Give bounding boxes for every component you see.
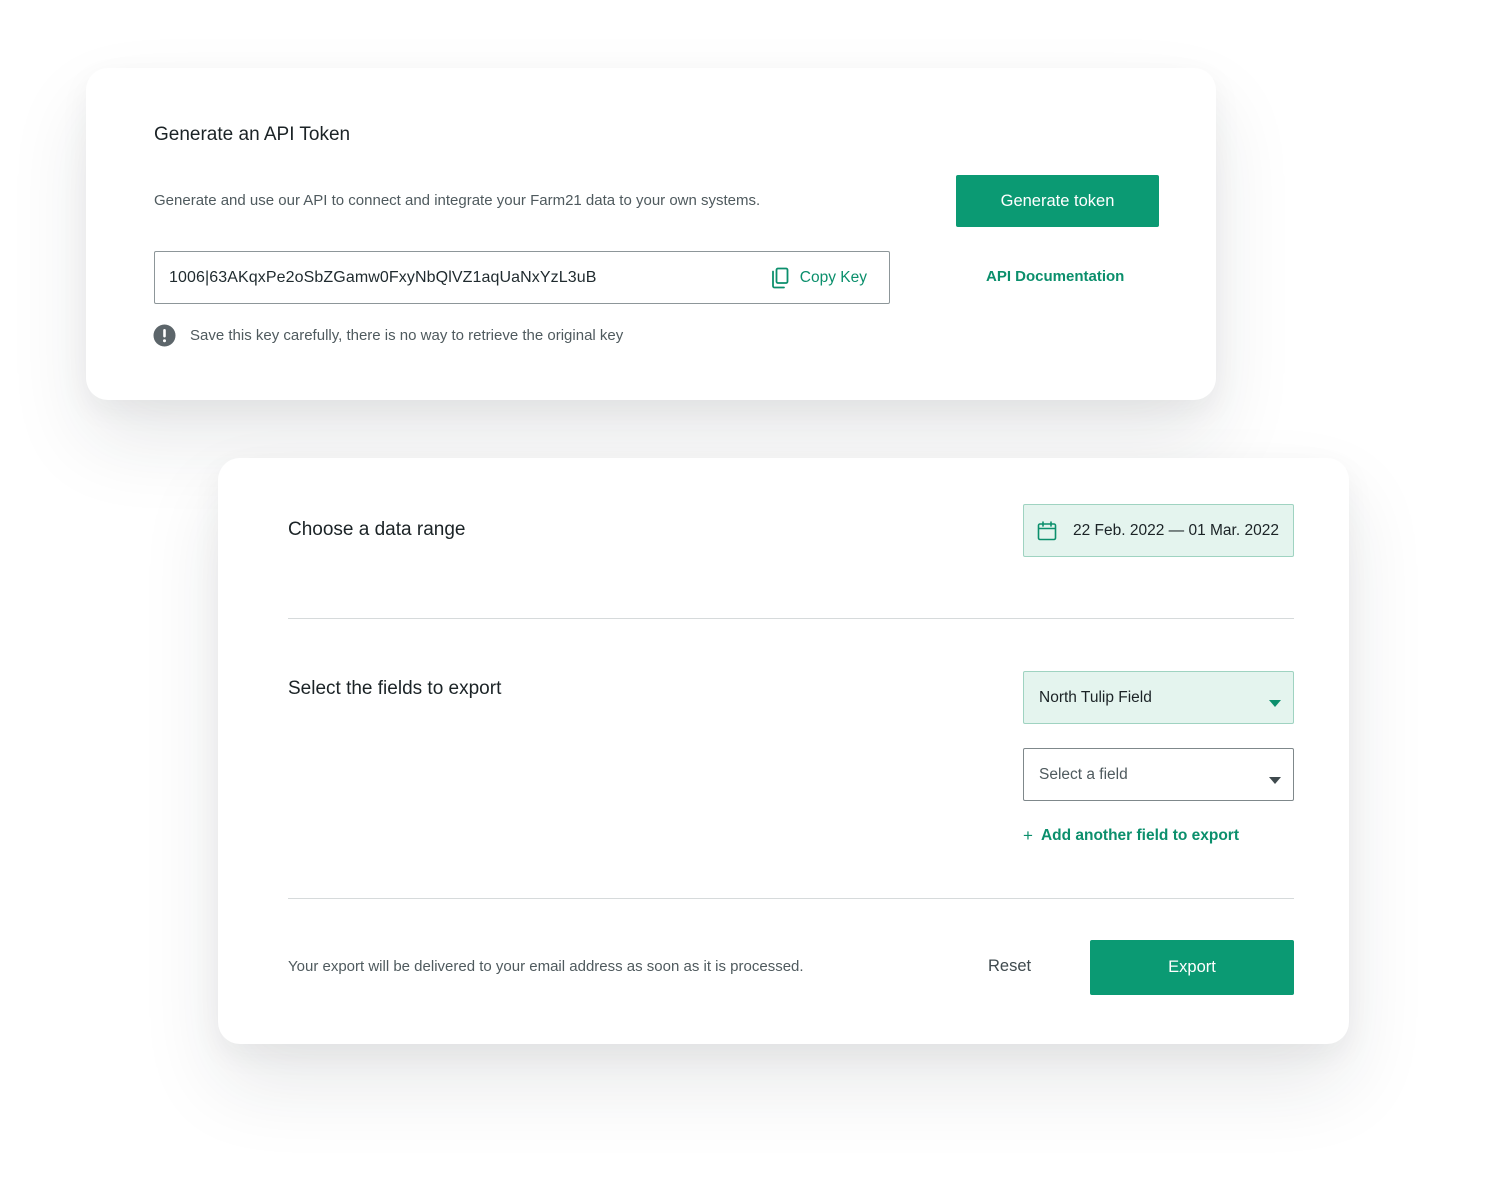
divider — [288, 898, 1294, 899]
fields-section-title: Select the fields to export — [288, 678, 502, 699]
page: Generate an API Token Generate and use o… — [0, 0, 1500, 1180]
field-select[interactable]: Select a field — [1023, 748, 1294, 801]
add-field-link[interactable]: + Add another field to export — [1023, 826, 1239, 846]
export-button[interactable]: Export — [1090, 940, 1294, 995]
farm-select-value: North Tulip Field — [1039, 688, 1152, 706]
api-key-value[interactable]: 1006|63AKqxPe2oSbZGamw0FxyNbQlVZ1aqUaNxY… — [169, 269, 770, 287]
key-warning: Save this key carefully, there is no way… — [153, 324, 623, 347]
copy-key-label: Copy Key — [799, 268, 867, 286]
api-token-card: Generate an API Token Generate and use o… — [86, 68, 1216, 400]
plus-icon: + — [1023, 826, 1033, 845]
export-delivery-note: Your export will be delivered to your em… — [288, 958, 804, 975]
add-field-label: Add another field to export — [1040, 827, 1239, 844]
copy-key-button[interactable]: Copy Key — [770, 267, 867, 289]
chevron-down-icon — [1269, 771, 1281, 784]
calendar-icon — [1037, 520, 1057, 541]
field-select-placeholder: Select a field — [1039, 765, 1128, 783]
data-export-card: Choose a data range 22 Feb. 2022 — 01 Ma… — [218, 458, 1349, 1044]
key-warning-text: Save this key carefully, there is no way… — [190, 327, 624, 344]
chevron-down-icon — [1269, 694, 1281, 707]
api-key-field[interactable]: 1006|63AKqxPe2oSbZGamw0FxyNbQlVZ1aqUaNxY… — [154, 251, 890, 304]
api-documentation-link[interactable]: API Documentation — [986, 268, 1124, 285]
date-range-value: 22 Feb. 2022 — 01 Mar. 2022 — [1073, 521, 1279, 539]
generate-token-button[interactable]: Generate token — [956, 175, 1159, 227]
copy-icon — [770, 267, 790, 289]
date-range-picker[interactable]: 22 Feb. 2022 — 01 Mar. 2022 — [1023, 504, 1294, 557]
api-token-description: Generate and use our API to connect and … — [154, 192, 761, 209]
divider — [288, 618, 1294, 619]
api-token-title: Generate an API Token — [154, 124, 351, 145]
farm-select[interactable]: North Tulip Field — [1023, 671, 1294, 724]
exclamation-circle-icon — [153, 324, 176, 347]
data-range-title: Choose a data range — [288, 519, 466, 540]
reset-button[interactable]: Reset — [988, 957, 1031, 976]
